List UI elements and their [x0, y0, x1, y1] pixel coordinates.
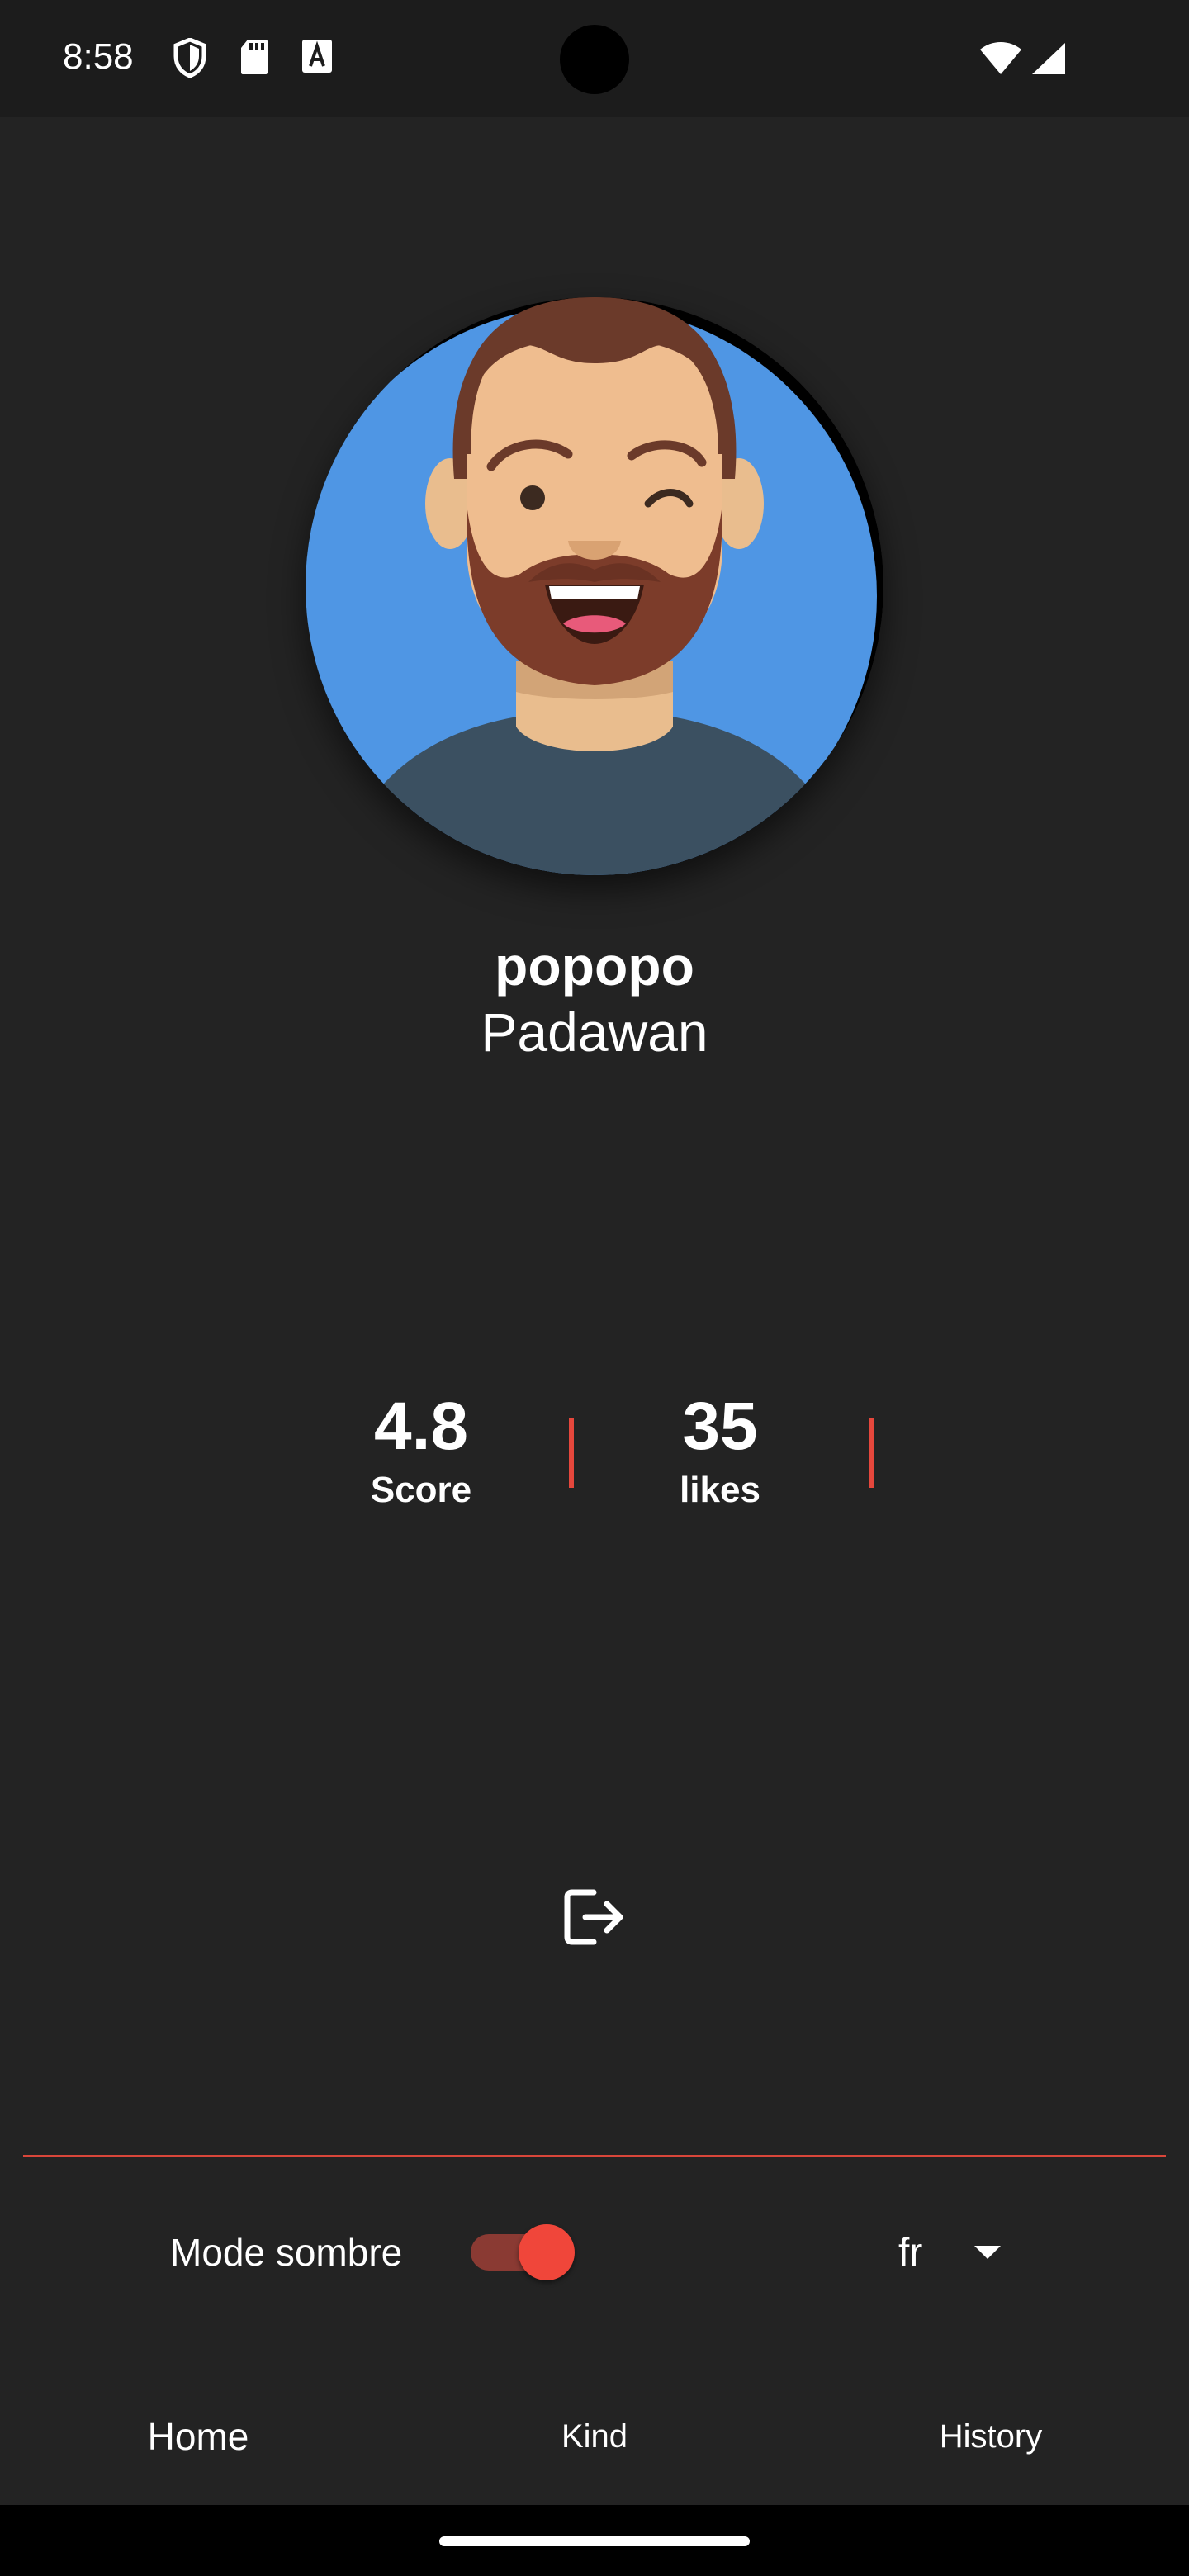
logout-button[interactable]	[555, 1879, 634, 1958]
stat-likes-value: 35	[682, 1389, 758, 1464]
settings-divider	[23, 2155, 1166, 2157]
stat-score: 4.8 Score	[322, 1387, 520, 1513]
logout-icon	[564, 1889, 625, 1949]
nav-item-home[interactable]: Home	[0, 2391, 396, 2482]
stat-likes: 35 likes	[621, 1387, 819, 1513]
nav-item-label: Kind	[561, 2417, 628, 2455]
profile-name: popopo	[495, 935, 694, 997]
shield-icon	[173, 37, 206, 82]
wifi-icon	[979, 41, 1022, 80]
avatar[interactable]	[306, 297, 883, 875]
profile-rank: Padawan	[481, 1002, 708, 1063]
chevron-down-icon	[971, 2242, 1004, 2266]
stat-divider	[569, 1418, 574, 1488]
stat-score-label: Score	[370, 1470, 472, 1510]
dark-mode-label: Mode sombre	[170, 2231, 403, 2274]
sd-card-icon	[239, 38, 269, 80]
stat-likes-label: likes	[680, 1470, 760, 1510]
language-select[interactable]: fr	[892, 2221, 1024, 2284]
home-indicator[interactable]	[439, 2536, 750, 2546]
language-value: fr	[898, 2230, 923, 2275]
text-a-icon	[301, 38, 334, 78]
dark-mode-toggle[interactable]	[471, 2223, 578, 2282]
stat-score-value: 4.8	[374, 1389, 468, 1464]
status-time: 8:58	[63, 36, 134, 77]
signal-icon	[1030, 41, 1067, 80]
nav-item-label: Home	[147, 2415, 249, 2458]
status-bar: 8:58	[0, 0, 1189, 117]
toggle-thumb	[519, 2224, 575, 2280]
nav-item-label: History	[939, 2417, 1043, 2455]
stat-divider	[869, 1418, 874, 1488]
nav-item-kind[interactable]: Kind	[396, 2391, 793, 2482]
nav-item-history[interactable]: History	[793, 2391, 1189, 2482]
camera-cutout	[560, 25, 629, 94]
